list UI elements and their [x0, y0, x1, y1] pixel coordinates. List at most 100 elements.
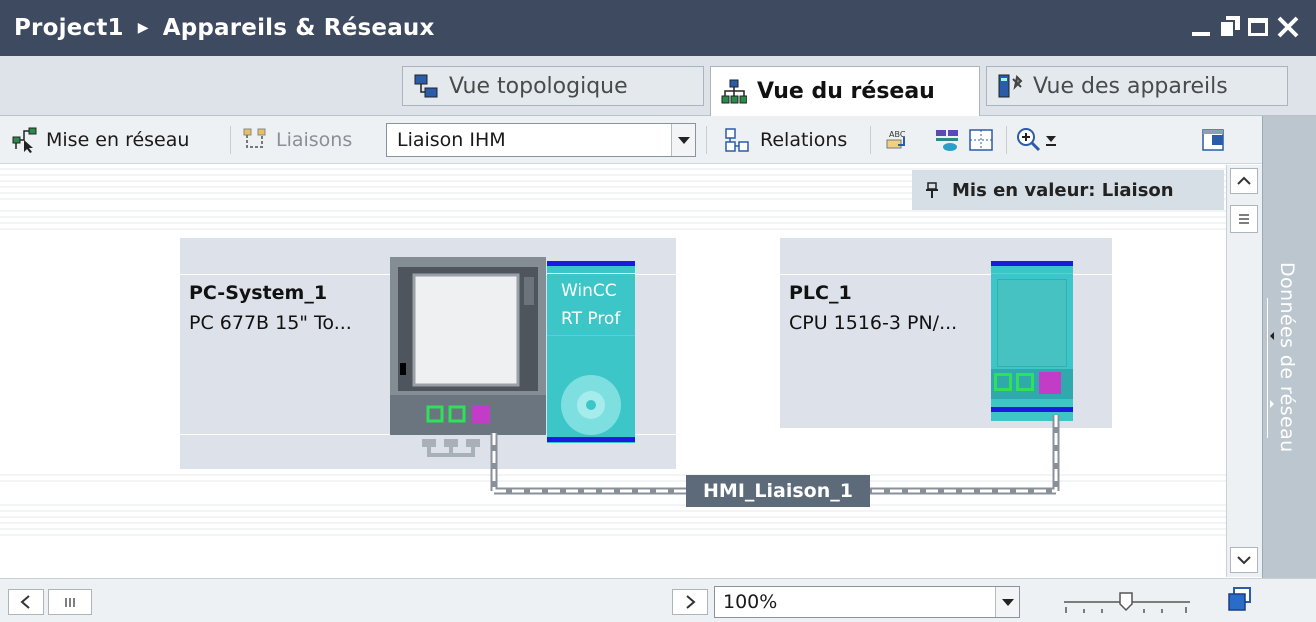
panel-title: Données de réseau [1276, 262, 1298, 453]
pc-panel-graphic[interactable] [390, 257, 546, 435]
properties-panel-button[interactable] [1200, 120, 1226, 160]
minimize-button[interactable] [1188, 12, 1216, 42]
zoom-button[interactable] [1016, 120, 1058, 160]
network-mode-icon [12, 127, 38, 153]
zoom-in-icon [1016, 127, 1042, 153]
scroll-thumb[interactable] [1230, 205, 1258, 233]
close-button[interactable] [1274, 12, 1302, 42]
zoom-select[interactable]: 100% [714, 586, 1020, 618]
module-divider [547, 335, 635, 336]
scroll-up-button[interactable] [1230, 168, 1258, 194]
maximize-button[interactable] [1244, 12, 1272, 42]
chevron-right-icon [686, 595, 696, 609]
grid-icon [968, 127, 994, 153]
toolbar-divider [870, 126, 871, 154]
scroll-right-button[interactable] [672, 589, 708, 615]
relations-icon [724, 127, 750, 153]
network-mode-button[interactable]: Mise en réseau [12, 120, 189, 160]
overview-navigation-icon [1228, 587, 1251, 611]
horizontal-scrollbar[interactable] [8, 589, 708, 615]
view-tab-bar: Vue topologique Vue du réseau Vue des ap… [0, 56, 1316, 117]
toolbar-divider [706, 126, 707, 154]
connection-type-select[interactable]: Liaison IHM [386, 123, 696, 157]
profinet-port-icon [1039, 372, 1061, 394]
tab-network-view[interactable]: Vue du réseau [710, 66, 980, 117]
tab-label: Vue topologique [449, 73, 628, 99]
profinet-bus-bar [991, 407, 1073, 412]
toolbar-divider [1006, 126, 1007, 154]
port-icon [994, 373, 1012, 391]
topology-icon [413, 73, 439, 99]
panel-icon [1200, 127, 1226, 153]
network-icon [721, 79, 748, 105]
network-canvas[interactable]: Mis en valeur: Liaison PC-System_1 PC 67… [0, 165, 1226, 577]
connection-label[interactable]: HMI_Liaison_1 [686, 475, 870, 507]
cpu-display [997, 279, 1067, 367]
breadcrumb: Project1 ▶ Appareils & Réseaux [14, 0, 435, 56]
tab-label: Vue du réseau [757, 79, 935, 104]
tab-label: Vue des appareils [1033, 73, 1228, 99]
float-window-icon [1219, 16, 1240, 38]
float-window-button[interactable] [1216, 12, 1244, 42]
close-icon [1277, 16, 1299, 38]
scroll-left-button[interactable] [8, 589, 44, 615]
profinet-bus-bar [547, 261, 635, 266]
overview-button[interactable] [1226, 585, 1254, 613]
relations-label: Relations [760, 129, 848, 151]
bottom-status-bar: 100% [0, 578, 1316, 622]
chevron-left-icon [20, 595, 30, 609]
network-mode-label: Mise en réseau [46, 129, 190, 151]
zoom-dropdown-icon[interactable] [1044, 130, 1058, 150]
zoom-value: 100% [723, 591, 778, 613]
show-interfaces-button[interactable] [934, 120, 960, 160]
breadcrumb-project[interactable]: Project1 [14, 15, 124, 41]
cpu-port-strip [991, 369, 1073, 399]
chevron-up-icon [1237, 176, 1251, 185]
network-data-panel[interactable]: Données de réseau [1262, 116, 1316, 578]
breadcrumb-section: Appareils & Réseaux [162, 15, 435, 41]
pin-icon[interactable] [926, 180, 938, 200]
highlight-tooltip-text: Mis en valeur: Liaison [952, 179, 1174, 201]
highlight-tooltip: Mis en valeur: Liaison [912, 170, 1224, 210]
device-name[interactable]: PC-System_1 [189, 282, 327, 304]
tab-topology-view[interactable]: Vue topologique [402, 66, 704, 106]
chevron-down-icon [1237, 556, 1251, 565]
breadcrumb-arrow-icon: ▶ [137, 20, 149, 36]
connections-label: Liaisons [276, 129, 353, 151]
toolbar-divider [230, 126, 231, 154]
tab-device-view[interactable]: Vue des appareils [986, 66, 1288, 106]
maximize-icon [1248, 18, 1268, 36]
show-address-labels-button[interactable]: ABC [884, 120, 910, 160]
grid-view-button[interactable] [968, 120, 994, 160]
connections-icon [242, 127, 268, 153]
profinet-bus-bar [991, 261, 1073, 266]
scroll-down-button[interactable] [1230, 547, 1258, 573]
relations-button[interactable]: Relations [724, 120, 847, 160]
grip-icon [65, 598, 75, 607]
scroll-thumb[interactable] [48, 589, 92, 615]
plc-cpu-graphic[interactable] [991, 261, 1073, 421]
device-name[interactable]: PLC_1 [789, 282, 852, 304]
minimize-icon [1192, 32, 1210, 36]
slider-thumb [1119, 592, 1133, 612]
address-label-icon: ABC [884, 127, 910, 153]
port-icon [1016, 373, 1034, 391]
device-type: CPU 1516-3 PN/... [789, 312, 958, 334]
panel-expand-handle[interactable] [1267, 298, 1275, 438]
vertical-scrollbar[interactable] [1226, 165, 1262, 577]
grip-icon [1239, 214, 1249, 224]
connections-button[interactable]: Liaisons [242, 120, 352, 160]
chevron-down-icon[interactable] [671, 124, 695, 156]
device-type: PC 677B 15" To... [189, 312, 352, 334]
software-edition: RT Prof [561, 309, 621, 329]
title-bar: Project1 ▶ Appareils & Réseaux [0, 0, 1316, 56]
module-divider [547, 273, 635, 274]
connection-type-value: Liaison IHM [397, 129, 506, 151]
chevron-down-icon[interactable] [995, 587, 1019, 617]
interface-view-icon [934, 127, 960, 153]
network-toolbar: Mise en réseau Liaisons Liaison IHM Rela… [0, 116, 1262, 164]
device-icon [997, 73, 1023, 99]
zoom-slider[interactable] [1056, 587, 1196, 617]
software-name: WinCC [561, 281, 617, 301]
module-divider [991, 273, 1073, 274]
